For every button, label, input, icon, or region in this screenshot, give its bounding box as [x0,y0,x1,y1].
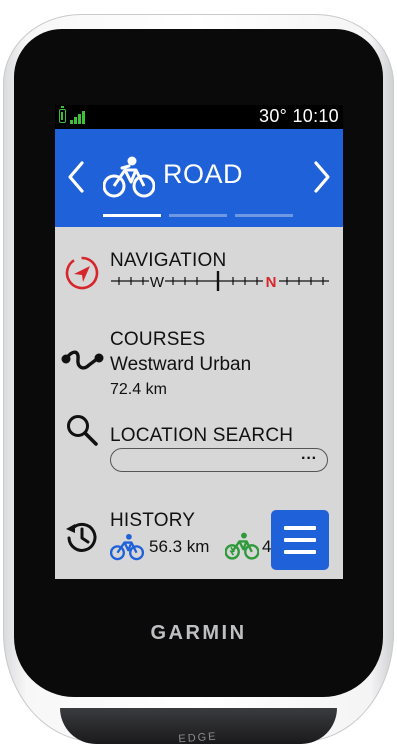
course-distance: 72.4 km [110,381,167,398]
chevron-right-icon[interactable] [311,157,333,197]
compass-letter-n: N [266,274,277,291]
compass-icon [65,256,99,290]
course-path-icon [61,350,104,370]
course-name: Westward Urban [110,354,252,375]
device-screen: 30° 10:10 ROAD NAVIGATION W N COURSES We… [55,105,343,579]
more-options-icon[interactable]: ··· [301,449,317,469]
brand-logo: GARMIN [150,622,247,644]
history-road-distance: 56.3 km [149,537,210,556]
history-label: HISTORY [110,510,196,531]
history-icon [66,522,97,552]
location-search-label: LOCATION SEARCH [110,425,294,446]
courses-label: COURSES [110,329,206,350]
page-indicator [103,214,295,217]
status-temperature-time: 30° 10:10 [259,106,339,126]
road-bike-icon [110,533,144,561]
battery-icon [59,106,66,123]
page-indicator-3 [235,214,293,217]
signal-icon [70,110,88,124]
device-bottom-lettering: EDGE [178,731,218,746]
page-indicator-2 [169,214,227,217]
page-indicator-1 [103,214,161,217]
status-bar: 30° 10:10 [55,105,343,129]
road-bike-icon [102,155,156,199]
navigation-label: NAVIGATION [110,250,227,271]
compass-heading-strip: W N [111,271,329,291]
svg-text:EDGE: EDGE [178,731,218,744]
main-menu: NAVIGATION W N COURSES Westward Urban 72… [55,227,343,579]
activity-profile-header: ROAD [55,129,343,227]
e-bike-icon [225,532,259,560]
profile-title: ROAD [163,159,244,189]
chevron-left-icon[interactable] [65,157,87,197]
device-bottom-rim: EDGE [60,708,337,746]
search-icon [67,415,98,446]
hamburger-menu-icon [284,526,316,530]
location-search-input[interactable]: ··· [110,448,328,472]
compass-letter-w: W [150,274,165,291]
hamburger-menu-button[interactable] [271,510,329,570]
